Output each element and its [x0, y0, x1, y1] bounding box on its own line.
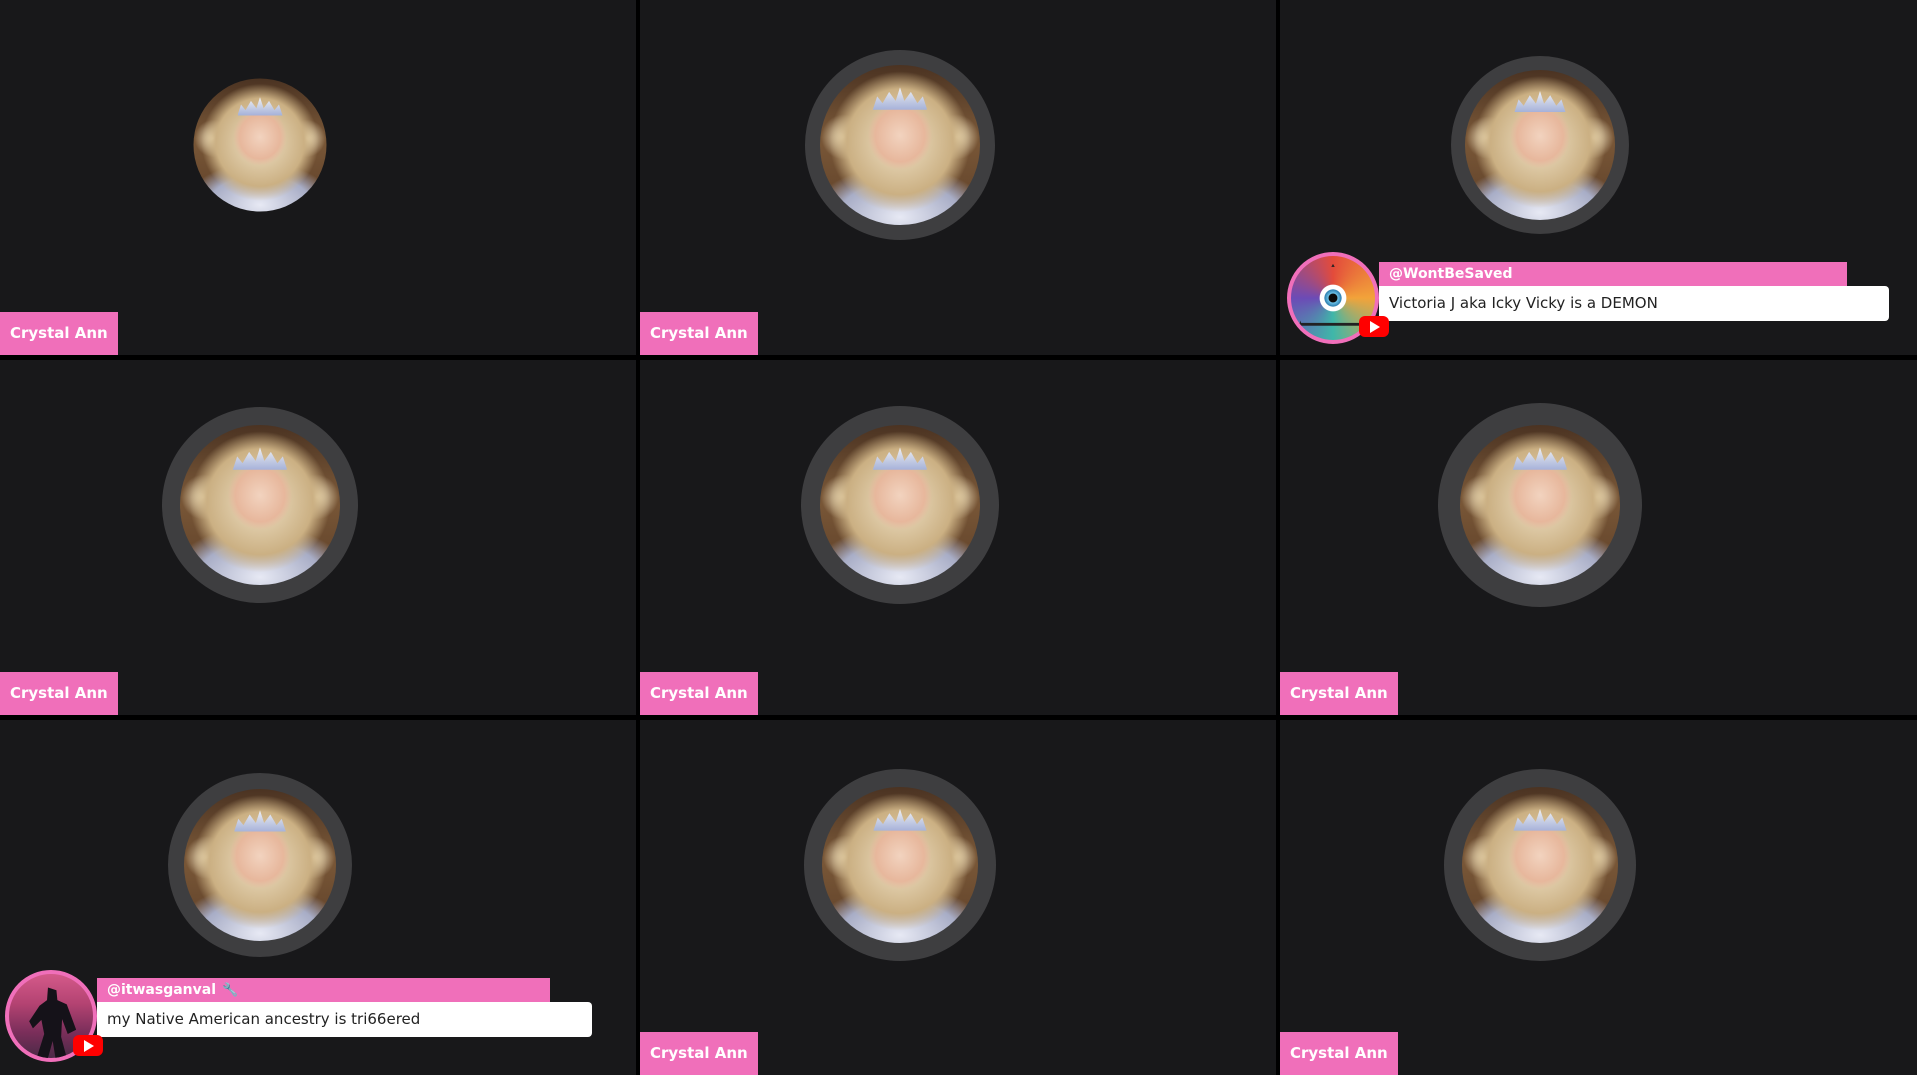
participant-name-tag: Crystal Ann	[1280, 672, 1398, 715]
chat-message-text: my Native American ancestry is tri66ered	[97, 1002, 592, 1037]
participant-avatar	[1460, 425, 1620, 585]
participant-tile[interactable]: Crystal Ann	[640, 360, 1276, 715]
participant-tile[interactable]: Crystal Ann	[640, 0, 1276, 355]
participant-tile[interactable]: @WontBeSaved Victoria J aka Icky Vicky i…	[1280, 0, 1917, 355]
participant-name-tag: Crystal Ann	[640, 1032, 758, 1075]
participant-avatar	[1462, 787, 1618, 943]
participant-tile[interactable]: Crystal Ann	[0, 0, 636, 355]
youtube-icon	[73, 1035, 103, 1056]
participant-name-tag: Crystal Ann	[0, 312, 118, 355]
participant-tile[interactable]: Crystal Ann	[640, 720, 1276, 1075]
chat-username-text: @itwasganval	[107, 982, 217, 998]
wrench-icon: 🔧	[222, 983, 239, 998]
participant-avatar	[820, 425, 980, 585]
video-grid: Crystal Ann Crystal Ann @WontBeSaved Vic…	[0, 0, 1917, 1075]
participant-name-tag: Crystal Ann	[640, 312, 758, 355]
chat-message-text: Victoria J aka Icky Vicky is a DEMON	[1379, 286, 1889, 321]
youtube-icon	[1359, 316, 1389, 337]
participant-avatar	[822, 787, 978, 943]
participant-tile[interactable]: Crystal Ann	[1280, 720, 1917, 1075]
participant-name-tag: Crystal Ann	[640, 672, 758, 715]
participant-tile[interactable]: Crystal Ann	[1280, 360, 1917, 715]
participant-avatar	[184, 789, 336, 941]
participant-name-tag: Crystal Ann	[0, 672, 118, 715]
chat-username: @itwasganval 🔧	[97, 978, 550, 1002]
participant-name-tag: Crystal Ann	[1280, 1032, 1398, 1075]
participant-tile[interactable]: @itwasganval 🔧 my Native American ancestr…	[0, 720, 636, 1075]
participant-avatar	[1465, 70, 1615, 220]
chat-username: @WontBeSaved	[1379, 262, 1847, 286]
participant-tile[interactable]: Crystal Ann	[0, 360, 636, 715]
participant-avatar	[820, 65, 980, 225]
participant-avatar	[193, 78, 327, 212]
participant-avatar	[180, 425, 340, 585]
